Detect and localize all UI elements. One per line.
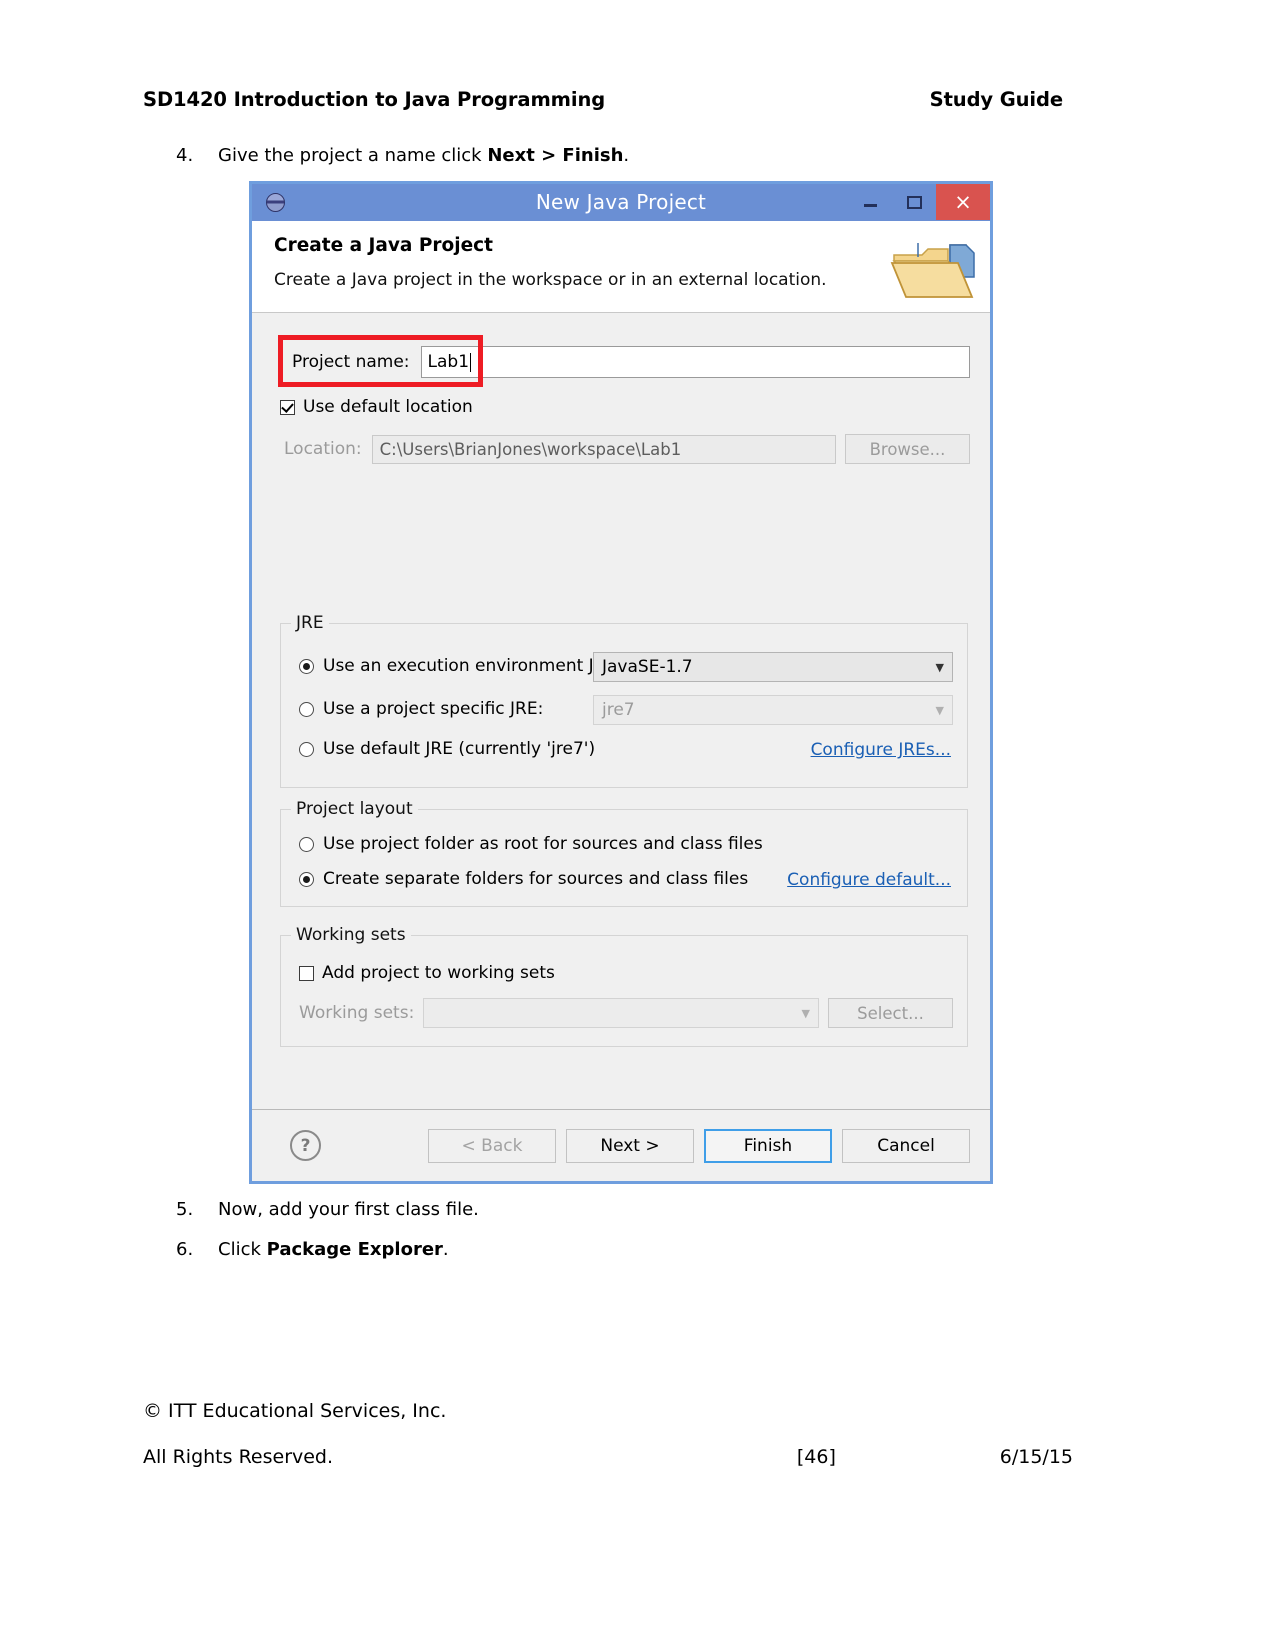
step4-text-before: Give the project a name click <box>218 145 488 166</box>
radio-icon <box>299 658 314 674</box>
footer-date: 6/15/15 <box>999 1446 1073 1468</box>
list-item: 5. Now, add your first class file. <box>176 1199 479 1222</box>
radio-execution-environment-jre[interactable]: Use an execution environment JRE: <box>299 656 622 676</box>
execution-environment-combo[interactable]: JavaSE-1.7 ▼ <box>593 652 953 682</box>
dialog-titlebar: New Java Project × <box>252 184 990 221</box>
radio-project-specific-jre-label: Use a project specific JRE: <box>323 699 544 719</box>
radio-icon <box>299 701 314 717</box>
java-project-folder-icon <box>890 243 975 298</box>
document-header: SD1420 Introduction to Java Programming … <box>143 88 1063 111</box>
use-default-location-label: Use default location <box>303 397 473 417</box>
back-button[interactable]: < Back <box>428 1128 556 1163</box>
list-item: 6. Click Package Explorer. <box>176 1239 449 1262</box>
location-label: Location: <box>284 439 362 459</box>
radio-icon <box>299 836 314 852</box>
jre-group-legend: JRE <box>291 613 329 633</box>
radio-project-folder-root[interactable]: Use project folder as root for sources a… <box>299 834 763 854</box>
dialog-footer: ? < Back Next > Finish Cancel <box>252 1109 990 1181</box>
radio-separate-folders-label: Create separate folders for sources and … <box>323 869 749 889</box>
radio-execution-environment-jre-label: Use an execution environment JRE: <box>323 656 622 676</box>
cancel-button[interactable]: Cancel <box>842 1128 970 1163</box>
maximize-icon <box>906 195 922 209</box>
course-title: SD1420 Introduction to Java Programming <box>143 88 606 111</box>
checkbox-icon <box>299 965 314 981</box>
step6-text-after: . <box>442 1239 449 1260</box>
chevron-down-icon: ▼ <box>801 1006 810 1020</box>
project-name-row: Project name: Lab1 <box>272 346 970 378</box>
dialog-header: Create a Java Project Create a Java proj… <box>252 221 990 313</box>
location-value: C:\Users\BrianJones\workspace\Lab1 <box>379 439 682 459</box>
project-name-input[interactable]: Lab1 <box>420 346 970 378</box>
radio-default-jre-label: Use default JRE (currently 'jre7') <box>323 739 596 759</box>
footer-copyright: © ITT Educational Services, Inc. <box>143 1400 447 1422</box>
document-type: Study Guide <box>929 88 1063 111</box>
radio-icon <box>299 871 314 887</box>
window-controls: × <box>848 184 990 220</box>
radio-icon <box>299 741 314 757</box>
working-sets-combo[interactable]: ▼ <box>423 998 819 1028</box>
project-name-value: Lab1 <box>427 352 470 372</box>
list-item: 4. Give the project a name click Next > … <box>176 145 629 168</box>
step6-text-before: Click <box>218 1239 267 1260</box>
radio-default-jre[interactable]: Use default JRE (currently 'jre7') <box>299 739 595 759</box>
execution-environment-value: JavaSE-1.7 <box>602 657 693 677</box>
footer-line-2: All Rights Reserved. [46] 6/15/15 <box>143 1446 1073 1468</box>
working-sets-row: Working sets: ▼ Select... <box>299 998 953 1028</box>
help-icon[interactable]: ? <box>290 1130 321 1161</box>
radio-project-folder-root-label: Use project folder as root for sources a… <box>323 834 763 854</box>
working-sets-group: Working sets Add project to working sets… <box>280 925 968 1047</box>
radio-separate-folders[interactable]: Create separate folders for sources and … <box>299 869 748 889</box>
minimize-icon <box>863 204 877 207</box>
location-row: Location: C:\Users\BrianJones\workspace\… <box>272 434 970 464</box>
add-project-to-working-sets-label: Add project to working sets <box>322 963 555 983</box>
configure-jres-link[interactable]: Configure JREs... <box>811 740 951 760</box>
jre-group: JRE Use an execution environment JRE: Ja… <box>280 613 968 788</box>
browse-button[interactable]: Browse... <box>845 434 970 464</box>
project-specific-jre-combo[interactable]: jre7 ▼ <box>593 695 953 725</box>
dialog-body: Project name: Lab1 Use default location … <box>252 313 990 1149</box>
use-default-location-checkbox[interactable]: Use default location <box>280 397 473 417</box>
step4-text-after: . <box>623 145 630 166</box>
chevron-down-icon: ▼ <box>935 703 944 717</box>
location-input[interactable]: C:\Users\BrianJones\workspace\Lab1 <box>371 434 836 464</box>
select-working-sets-button[interactable]: Select... <box>828 998 953 1028</box>
list-item-text: Give the project a name click Next > Fin… <box>218 145 629 168</box>
list-item-number: 4. <box>176 145 194 166</box>
checkbox-icon <box>280 399 295 415</box>
new-java-project-dialog: New Java Project × Create a Java Project… <box>249 181 993 1184</box>
footer-page-number: [46] <box>796 1446 836 1468</box>
configure-default-link[interactable]: Configure default... <box>787 870 951 890</box>
maximize-button[interactable] <box>892 184 936 220</box>
dialog-header-title: Create a Java Project <box>274 235 493 256</box>
footer-rights: All Rights Reserved. <box>143 1446 334 1468</box>
project-layout-group-legend: Project layout <box>291 799 418 819</box>
chevron-down-icon: ▼ <box>935 660 944 674</box>
project-layout-group: Project layout Use project folder as roo… <box>280 799 968 907</box>
project-name-label: Project name: <box>292 352 410 372</box>
step4-bold: Next > Finish <box>487 145 624 166</box>
working-sets-group-legend: Working sets <box>291 925 411 945</box>
list-item-number: 5. <box>176 1199 194 1220</box>
project-specific-jre-value: jre7 <box>602 700 635 720</box>
step6-bold: Package Explorer <box>266 1239 443 1260</box>
step5-text: Now, add your first class file. <box>218 1199 479 1220</box>
next-button[interactable]: Next > <box>566 1128 694 1163</box>
minimize-button[interactable] <box>848 184 892 220</box>
add-project-to-working-sets-checkbox[interactable]: Add project to working sets <box>299 963 555 983</box>
list-item-text: Now, add your first class file. <box>218 1199 479 1222</box>
working-sets-label: Working sets: <box>299 1003 415 1023</box>
radio-project-specific-jre[interactable]: Use a project specific JRE: <box>299 699 543 719</box>
list-item-text: Click Package Explorer. <box>218 1239 449 1262</box>
finish-button[interactable]: Finish <box>704 1128 832 1163</box>
text-caret <box>470 352 472 372</box>
dialog-header-subtitle: Create a Java project in the workspace o… <box>274 270 827 290</box>
list-item-number: 6. <box>176 1239 194 1260</box>
close-button[interactable]: × <box>936 184 990 220</box>
